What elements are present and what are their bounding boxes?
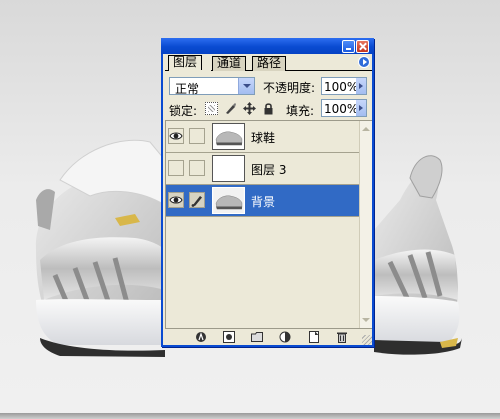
tab-channels[interactable]: 通道 — [212, 56, 247, 71]
layers-list: 球鞋 图层 3 背景 — [165, 120, 372, 329]
opacity-slider-arrow-icon[interactable] — [356, 78, 366, 94]
visibility-toggle[interactable] — [168, 160, 184, 176]
layer-row[interactable]: 图层 3 — [166, 153, 359, 185]
layer-name: 图层 3 — [251, 163, 287, 177]
adjustment-layer-icon[interactable] — [279, 331, 291, 343]
blend-mode-select[interactable]: 正常 — [169, 77, 255, 96]
lock-position-icon[interactable] — [243, 102, 256, 115]
link-toggle[interactable] — [189, 128, 205, 144]
lock-all-icon[interactable] — [262, 102, 275, 115]
layer-row-selected[interactable]: 背景 — [166, 185, 359, 217]
minimize-button[interactable] — [342, 40, 355, 53]
panel-menu-icon[interactable] — [358, 56, 370, 68]
opacity-label: 不透明度: — [263, 81, 316, 95]
layer-row[interactable]: 球鞋 — [166, 121, 359, 153]
panel-tabs: 图层 通道 路径 — [165, 54, 372, 71]
eye-icon — [169, 196, 183, 204]
blend-mode-value: 正常 — [175, 82, 200, 96]
layer-name: 球鞋 — [251, 131, 276, 145]
lock-label: 锁定: — [169, 104, 198, 118]
layers-panel: 图层 通道 路径 正常 不透明度: 100% 锁定: 填充: 100% 球鞋 图… — [161, 38, 374, 347]
panel-titlebar[interactable] — [161, 38, 374, 54]
visibility-toggle[interactable] — [168, 128, 184, 144]
layer-thumbnail — [212, 155, 245, 182]
link-toggle[interactable] — [189, 192, 205, 208]
lock-transparency-icon[interactable] — [205, 102, 218, 115]
layer-name: 背景 — [251, 195, 276, 209]
scroll-down-icon[interactable] — [362, 316, 371, 324]
brush-icon — [191, 196, 202, 207]
resize-grip[interactable] — [362, 335, 372, 345]
chevron-down-icon[interactable] — [238, 78, 254, 94]
tab-active-gap — [169, 70, 211, 71]
tab-paths[interactable]: 路径 — [252, 56, 287, 71]
layer-thumbnail — [212, 123, 245, 150]
lock-image-icon[interactable] — [224, 102, 237, 115]
opacity-value: 100% — [324, 80, 359, 94]
layer-style-icon[interactable] — [195, 331, 207, 343]
link-toggle[interactable] — [189, 160, 205, 176]
fill-value: 100% — [324, 102, 359, 116]
fill-label: 填充: — [286, 104, 315, 118]
layers-scrollbar[interactable] — [359, 121, 372, 328]
layers-toolbar — [165, 329, 372, 345]
new-layer-icon[interactable] — [308, 331, 320, 343]
close-button[interactable] — [356, 40, 369, 53]
tab-layers[interactable]: 图层 — [168, 55, 203, 71]
layer-mask-icon[interactable] — [223, 331, 235, 343]
fill-input[interactable]: 100% — [321, 99, 367, 117]
canvas-bottom-strip — [0, 413, 500, 419]
opacity-input[interactable]: 100% — [321, 77, 367, 95]
scroll-up-icon[interactable] — [362, 125, 371, 133]
fill-slider-arrow-icon[interactable] — [356, 100, 366, 116]
layer-thumbnail — [212, 187, 245, 214]
delete-layer-icon[interactable] — [336, 331, 348, 343]
new-group-icon[interactable] — [251, 331, 263, 343]
visibility-toggle[interactable] — [168, 192, 184, 208]
eye-icon — [169, 132, 183, 140]
